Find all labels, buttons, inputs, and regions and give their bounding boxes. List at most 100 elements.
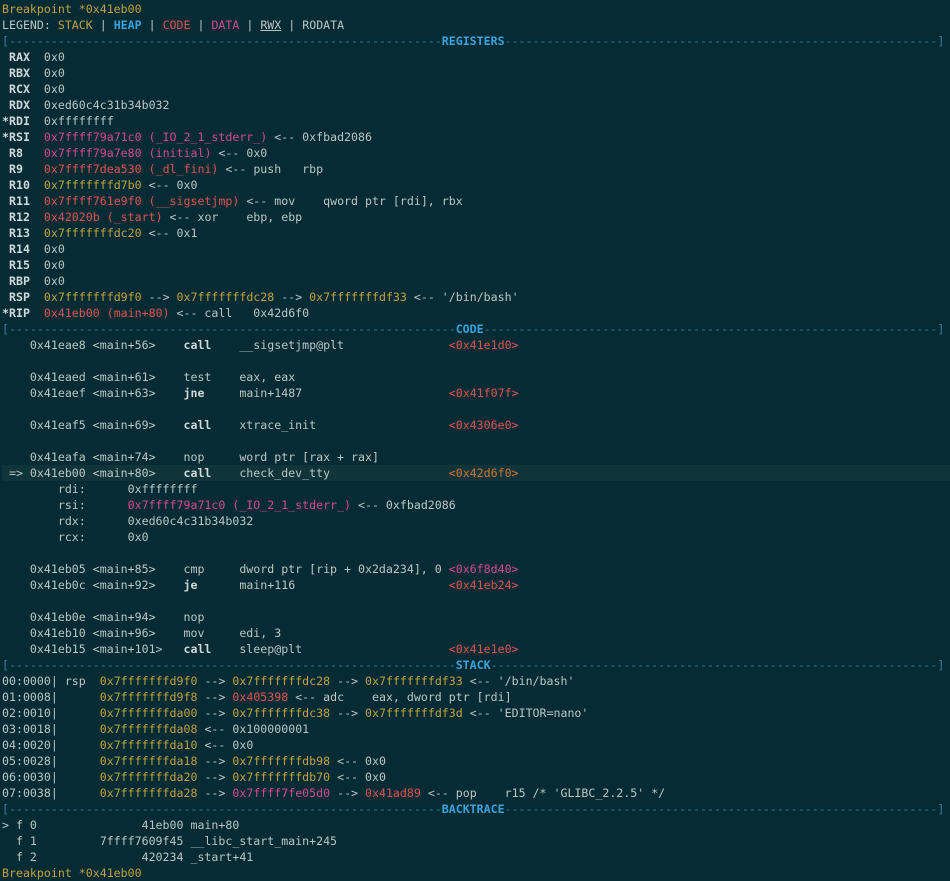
text-segment: <-- 0x0 bbox=[330, 770, 386, 784]
text-segment: 0x7ffff79a71c0 (_IO_2_1_stderr_) bbox=[44, 130, 267, 144]
text-segment: LEGEND: bbox=[2, 18, 58, 32]
text-segment: main+1487 bbox=[204, 386, 448, 400]
register-row-rbx: RBX 0x0 bbox=[2, 65, 950, 81]
disasm-row-main-63: 0x41eaef <main+63> jne main+1487 <0x41f0… bbox=[2, 385, 950, 401]
text-segment bbox=[30, 210, 44, 224]
backtrace-frame-2: f 2 420234 _start+41 bbox=[2, 849, 950, 865]
text-segment: call bbox=[183, 338, 211, 352]
text-segment: <-- 'EDITOR=nano' bbox=[463, 706, 589, 720]
separator-dashes: [---------------------------------------… bbox=[2, 658, 456, 672]
call-arg-rsi: rsi: 0x7ffff79a71c0 (_IO_2_1_stderr_) <-… bbox=[2, 497, 950, 513]
disasm-row-main-85: 0x41eb05 <main+85> cmp dword ptr [rip + … bbox=[2, 561, 950, 577]
separator-dashes: ----------------------------------------… bbox=[491, 658, 945, 672]
text-segment: call bbox=[183, 642, 211, 656]
text-segment: R10 bbox=[2, 178, 30, 192]
text-segment: 0x7fffffffdf33 bbox=[365, 674, 463, 688]
text-segment: 0x42020b (_start) bbox=[44, 210, 163, 224]
text-segment: <-- adc eax, dword ptr [rdi] bbox=[288, 690, 511, 704]
text-segment: check_dev_tty bbox=[211, 466, 448, 480]
text-segment: => 0x41eb00 <main+80> bbox=[2, 466, 183, 480]
text-segment bbox=[30, 226, 44, 240]
text-segment: 0x41eaf5 <main+69> bbox=[2, 418, 183, 432]
text-segment: main+116 bbox=[197, 578, 448, 592]
text-segment: 0x7fffffffda18 bbox=[100, 754, 198, 768]
text-segment: 0xed60c4c31b34b032 bbox=[30, 98, 170, 112]
section-header-code: [---------------------------------------… bbox=[2, 321, 950, 337]
text-segment: 0x7fffffffdc38 bbox=[232, 706, 330, 720]
blank bbox=[2, 433, 950, 449]
text-segment bbox=[30, 306, 44, 320]
register-row-rax: RAX 0x0 bbox=[2, 49, 950, 65]
text-segment: RBX bbox=[2, 66, 30, 80]
text-segment: 0x41eb10 <main+96> mov edi, 3 bbox=[2, 626, 281, 640]
stack-row-00: 00:0000| rsp 0x7fffffffd9f0 --> 0x7fffff… bbox=[2, 673, 950, 689]
text-segment: 0x7ffff7dea530 (_dl_fini) bbox=[44, 162, 219, 176]
text-segment: 0x41eb0c <main+92> bbox=[2, 578, 183, 592]
text-segment: <0x4306e0> bbox=[449, 418, 519, 432]
separator-dashes: ----------------------------------------… bbox=[505, 34, 945, 48]
text-segment: --> bbox=[197, 770, 232, 784]
text-segment: 0x7fffffffda28 bbox=[100, 786, 198, 800]
text-segment: xtrace_init bbox=[211, 418, 448, 432]
text-segment: CODE bbox=[163, 18, 191, 32]
disasm-row-main-56: 0x41eae8 <main+56> call __sigsetjmp@plt … bbox=[2, 337, 950, 353]
register-row-r10: R10 0x7fffffffd7b0 <-- 0x0 bbox=[2, 177, 950, 193]
section-header-backtrace: [---------------------------------------… bbox=[2, 801, 950, 817]
text-segment: --> bbox=[197, 786, 232, 800]
text-segment: R8 bbox=[2, 146, 23, 160]
text-segment: 0x7ffff7fe05d0 bbox=[232, 786, 330, 800]
text-segment: <-- 0x0 bbox=[142, 178, 198, 192]
register-row-rdi: *RDI 0xffffffff bbox=[2, 113, 950, 129]
text-segment: <-- 0x100000001 bbox=[197, 722, 309, 736]
stack-row-02: 02:0010| 0x7fffffffda00 --> 0x7fffffffdc… bbox=[2, 705, 950, 721]
text-segment: RWX bbox=[260, 18, 281, 32]
text-segment: 0x0 bbox=[30, 242, 65, 256]
separator-dashes: [---------------------------------------… bbox=[2, 34, 442, 48]
text-segment: 0x7fffffffdf3d bbox=[365, 706, 463, 720]
text-segment: 0x41eb0e <main+94> nop bbox=[2, 610, 204, 624]
text-segment: 0x7fffffffdc20 bbox=[44, 226, 142, 240]
text-segment: *RIP bbox=[2, 306, 30, 320]
register-row-rsp: RSP 0x7fffffffd9f0 --> 0x7fffffffdc28 --… bbox=[2, 289, 950, 305]
stack-row-03: 03:0018| 0x7fffffffda08 <-- 0x100000001 bbox=[2, 721, 950, 737]
text-segment: 0x7fffffffdc28 bbox=[232, 674, 330, 688]
breakpoint-status-bottom: Breakpoint *0x41eb00 bbox=[2, 865, 950, 881]
text-segment: R9 bbox=[2, 162, 23, 176]
text-segment: --> bbox=[197, 674, 232, 688]
section-title: STACK bbox=[456, 658, 491, 672]
register-row-r14: R14 0x0 bbox=[2, 241, 950, 257]
text-segment: 0x7fffffffd9f0 bbox=[44, 290, 142, 304]
text-segment bbox=[23, 146, 44, 160]
debugger-terminal[interactable]: Breakpoint *0x41eb00LEGEND: STACK | HEAP… bbox=[0, 0, 950, 878]
text-segment: 0x0 bbox=[30, 82, 65, 96]
text-segment: 03:0018| bbox=[2, 722, 100, 736]
text-segment: 0x7fffffffdb98 bbox=[232, 754, 330, 768]
text-segment: 05:0028| bbox=[2, 754, 100, 768]
text-segment: 00:0000| rsp bbox=[2, 674, 100, 688]
register-row-r15: R15 0x0 bbox=[2, 257, 950, 273]
text-segment: rsi: bbox=[2, 498, 128, 512]
text-segment: jne bbox=[183, 386, 204, 400]
text-segment: rdi: 0xffffffff bbox=[2, 482, 197, 496]
text-segment: R14 bbox=[2, 242, 30, 256]
text-segment: 04:0020| bbox=[2, 738, 100, 752]
backtrace-frame-1: f 1 7ffff7609f45 __libc_start_main+245 bbox=[2, 833, 950, 849]
text-segment: --> bbox=[142, 290, 177, 304]
call-arg-rdi: rdi: 0xffffffff bbox=[2, 481, 950, 497]
call-arg-rdx: rdx: 0xed60c4c31b34b032 bbox=[2, 513, 950, 529]
disasm-row-main-101: 0x41eb15 <main+101> call sleep@plt <0x41… bbox=[2, 641, 950, 657]
text-segment: R15 bbox=[2, 258, 30, 272]
separator-dashes: [---------------------------------------… bbox=[2, 322, 456, 336]
text-segment: call bbox=[183, 466, 211, 480]
stack-row-04: 04:0020| 0x7fffffffda10 <-- 0x0 bbox=[2, 737, 950, 753]
text-segment: <0x41f07f> bbox=[449, 386, 519, 400]
text-segment: sleep@plt bbox=[211, 642, 448, 656]
register-row-r9: R9 0x7ffff7dea530 (_dl_fini) <-- push rb… bbox=[2, 161, 950, 177]
text-segment: f 1 7ffff7609f45 __libc_start_main+245 bbox=[2, 834, 337, 848]
text-segment: je bbox=[183, 578, 197, 592]
blank bbox=[2, 353, 950, 369]
section-title: BACKTRACE bbox=[442, 802, 505, 816]
text-segment: 0x7fffffffda00 bbox=[100, 706, 198, 720]
separator-dashes: [---------------------------------------… bbox=[2, 802, 442, 816]
text-segment: --> bbox=[197, 754, 232, 768]
